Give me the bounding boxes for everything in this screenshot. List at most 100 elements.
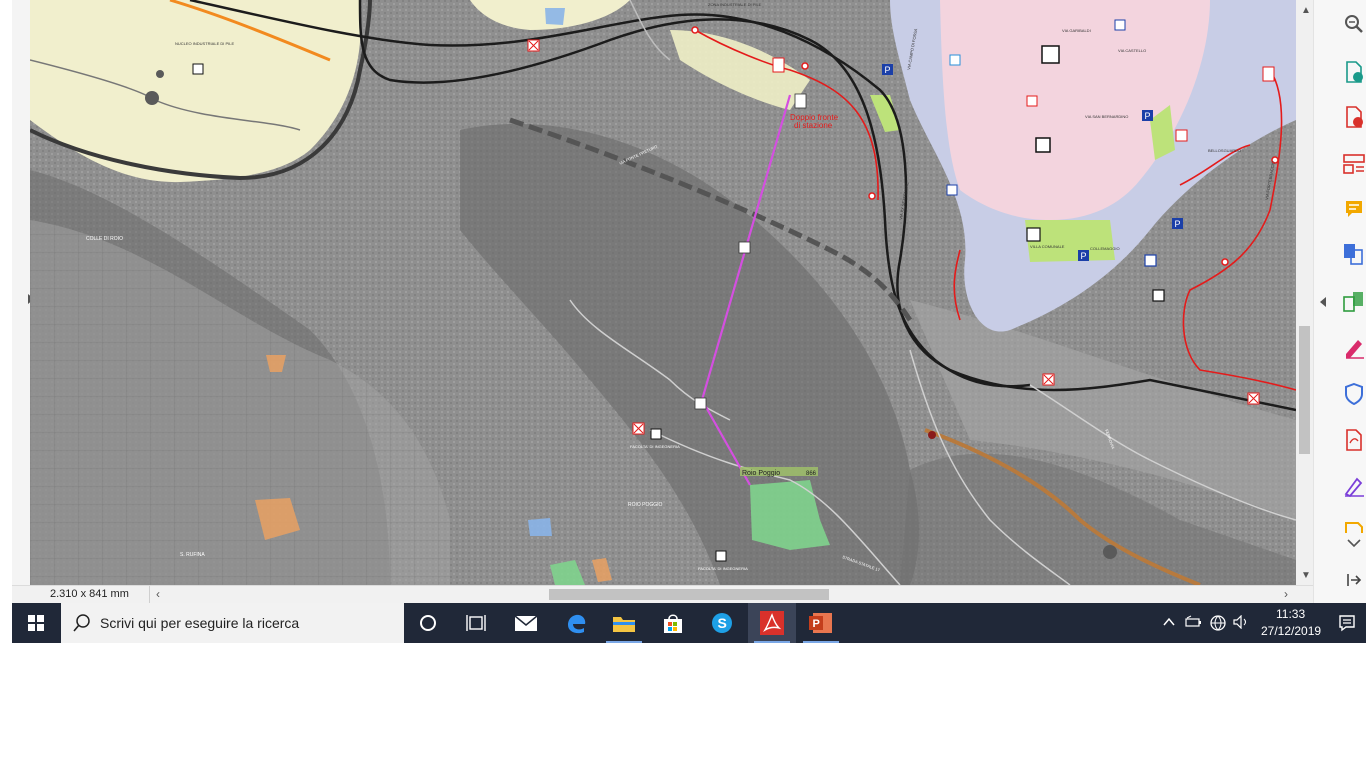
crossing-marker (1247, 392, 1260, 405)
scroll-left-icon[interactable]: ‹ (156, 587, 160, 601)
organize-pages-icon[interactable] (1342, 152, 1366, 176)
protect-icon[interactable] (1342, 382, 1366, 406)
acrobat-icon[interactable] (748, 603, 796, 643)
map-label-station-elevation: 866 (806, 471, 817, 477)
poi-icon (1026, 227, 1041, 242)
map-label-colle-di-roio: COLLE DI ROIO (86, 236, 123, 242)
poi-icon (715, 550, 727, 562)
poi-icon (949, 54, 961, 66)
map-label-stazione-2: di stazione (794, 121, 833, 130)
page-size-readout[interactable]: 2.310 x 841 mm (50, 588, 129, 600)
parking-icon: P (1142, 110, 1153, 121)
scroll-up-icon[interactable]: ▲ (1301, 6, 1311, 16)
running-indicator (754, 641, 790, 643)
more-tools-icon[interactable] (1342, 531, 1366, 555)
red-node (868, 192, 876, 200)
poi-icon (1144, 254, 1157, 267)
start-button[interactable] (12, 603, 60, 643)
horizontal-scroll-thumb[interactable] (549, 589, 829, 600)
create-pdf-icon[interactable] (1342, 105, 1366, 129)
vertical-scroll-thumb[interactable] (1299, 326, 1310, 454)
collapse-pane-icon[interactable] (1342, 568, 1366, 592)
poi-icon (772, 57, 785, 73)
poi-icon (192, 63, 204, 75)
map-label-facolta-1: FACOLTA' DI INGEGNERIA (630, 444, 680, 449)
map-label-s-rufina: S. RUFINA (180, 552, 205, 558)
collapse-tools-pane-icon[interactable] (1320, 297, 1326, 307)
show-hidden-icons[interactable] (1162, 615, 1176, 634)
left-panel-gutter (12, 0, 34, 585)
map-label-via-garibaldi: VIA GARIBALDI (1062, 28, 1091, 33)
action-center-icon[interactable] (1338, 614, 1356, 637)
crossing-marker (632, 422, 645, 435)
clock-date[interactable]: 27/12/2019 (1261, 624, 1321, 638)
tools-pane (1313, 0, 1366, 603)
scroll-right-icon[interactable]: › (1284, 587, 1288, 601)
store-icon[interactable] (649, 603, 697, 643)
map-label-roio-poggio-station: Roio Poggio (742, 470, 780, 477)
crossing-marker (527, 39, 540, 52)
junction-node (156, 70, 164, 78)
map-label-zona-industriale: ZONA INDUSTRIALE DI PILE (708, 2, 762, 7)
pdf-export-icon[interactable] (1342, 428, 1366, 452)
vertical-scrollbar[interactable]: ▲ ▼ (1296, 0, 1313, 585)
map-canvas: P P P P Doppio fronte di stazione Roio P… (30, 0, 1296, 585)
map-label-via-castello: VIA CASTELLO (1118, 48, 1146, 53)
cableway-station-icon (694, 397, 707, 410)
task-view-icon[interactable] (452, 603, 500, 643)
junction-node (145, 91, 159, 105)
comment-icon[interactable] (1342, 197, 1366, 221)
poi-icon (1152, 289, 1165, 302)
cableway-station-icon (738, 241, 751, 254)
search-icon (73, 614, 90, 632)
map-label-villa-comunale: VILLA COMUNALE (1030, 244, 1065, 249)
battery-icon[interactable] (1185, 615, 1203, 634)
poi-icon (1041, 45, 1060, 64)
search-placeholder: Scrivi qui per eseguire la ricerca (100, 615, 300, 631)
acrobat-screen: P P P P Doppio fronte di stazione Roio P… (0, 0, 1366, 768)
export-pdf-icon[interactable] (1342, 60, 1366, 84)
map-label-facolta-2: FACOLTA' DI INGEGNERIA (698, 566, 748, 571)
svg-text:P: P (813, 618, 820, 630)
poi-icon (1262, 66, 1275, 82)
status-bar: 2.310 x 841 mm ‹ › (12, 585, 1313, 603)
volume-icon[interactable] (1233, 614, 1249, 634)
svg-text:P: P (1145, 111, 1151, 121)
skype-icon[interactable]: S (698, 603, 746, 643)
mail-icon[interactable] (502, 603, 550, 643)
clock-time[interactable]: 11:33 (1276, 607, 1305, 621)
junction-node (928, 431, 936, 439)
map-document-view[interactable]: P P P P Doppio fronte di stazione Roio P… (30, 0, 1296, 585)
svg-text:P: P (1081, 251, 1087, 261)
poi-icon (1026, 95, 1038, 107)
windows-taskbar: Scrivi qui per eseguire la ricerca S P 1… (12, 603, 1366, 643)
svg-text:P: P (1175, 219, 1181, 229)
svg-text:P: P (885, 65, 891, 75)
combine-files-icon[interactable] (1342, 242, 1366, 266)
running-indicator (606, 641, 642, 643)
powerpoint-icon[interactable]: P (797, 603, 845, 643)
map-label-bellosguardo: BELLOSGUARDO (1208, 148, 1241, 153)
edit-pdf-icon[interactable] (1342, 336, 1366, 360)
zoom-icon[interactable] (1342, 12, 1366, 36)
blue-area (545, 8, 565, 25)
poi-icon (946, 184, 958, 196)
parking-icon: P (882, 64, 893, 75)
file-explorer-icon[interactable] (600, 603, 648, 643)
crossing-marker (1042, 373, 1055, 386)
blue-area (528, 518, 552, 536)
edge-icon[interactable] (552, 603, 600, 643)
cortana-icon[interactable] (404, 603, 452, 643)
network-icon[interactable] (1209, 614, 1227, 637)
red-node (1221, 258, 1229, 266)
junction-node (1103, 545, 1117, 559)
red-node (801, 62, 809, 70)
map-label-collemaggio: COLLEMAGGIO (1090, 246, 1120, 251)
cableway-station-icon (794, 93, 807, 109)
scroll-down-icon[interactable]: ▼ (1301, 571, 1311, 581)
poi-icon (1175, 129, 1188, 142)
taskbar-search-box[interactable]: Scrivi qui per eseguire la ricerca (61, 603, 404, 643)
fill-sign-icon[interactable] (1342, 474, 1366, 498)
windows-logo-icon (28, 615, 44, 631)
compare-icon[interactable] (1342, 290, 1366, 314)
